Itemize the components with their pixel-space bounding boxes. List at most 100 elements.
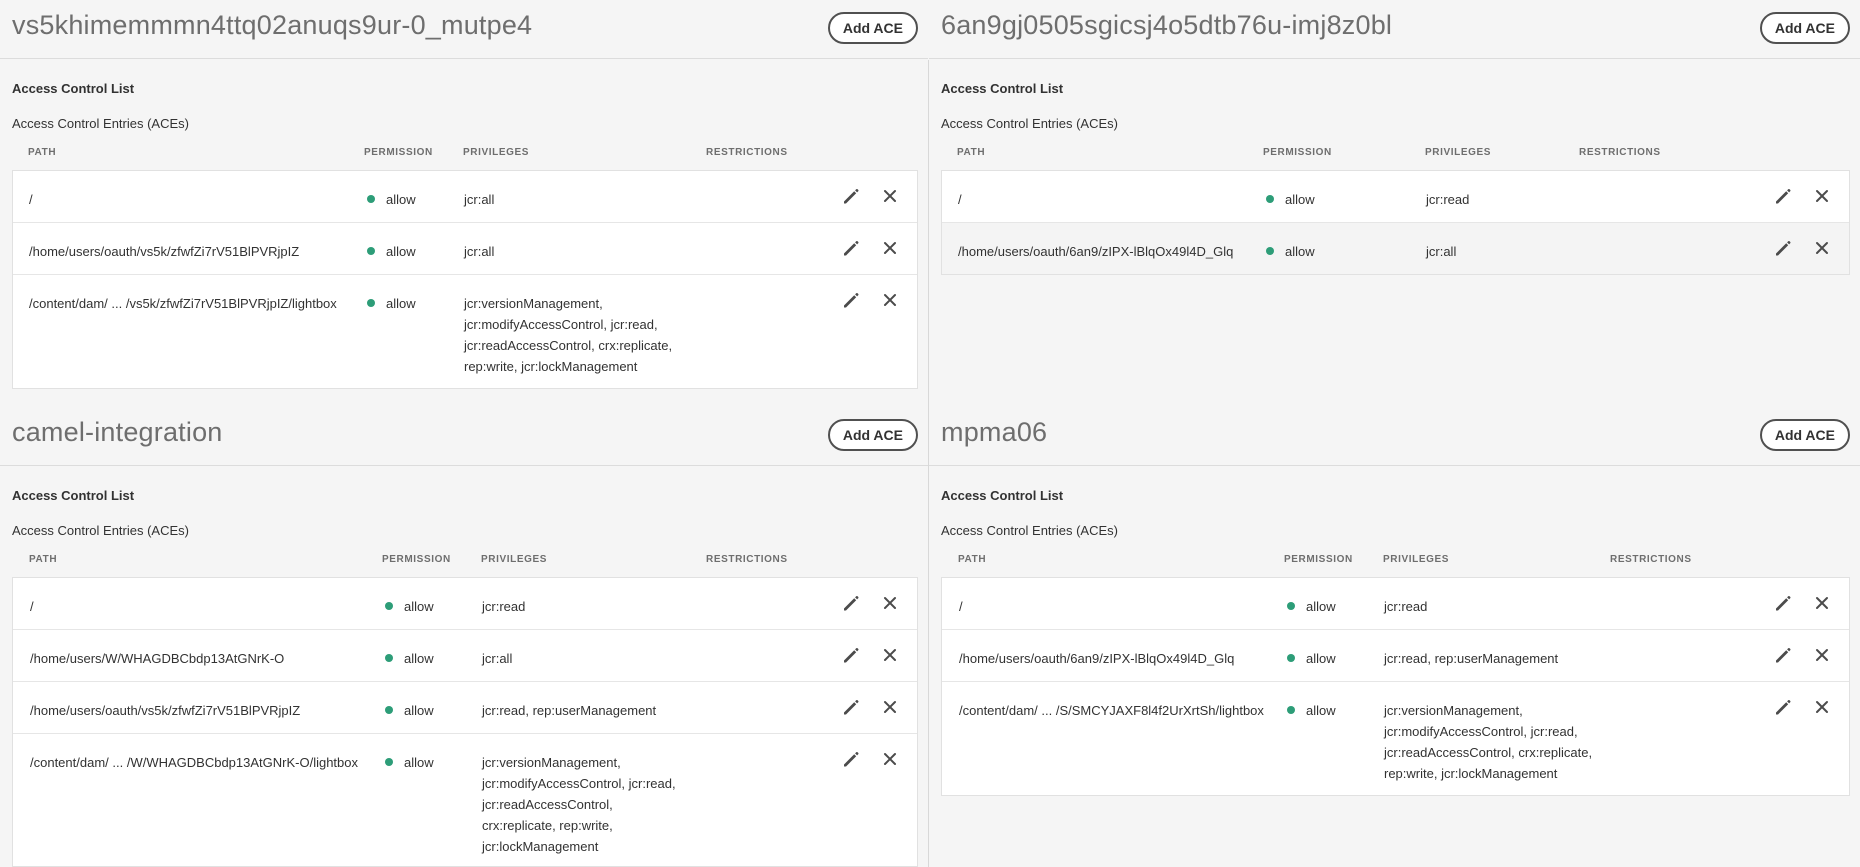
ace-path: / xyxy=(30,599,34,614)
ace-row: /home/users/oauth/vs5k/zfwfZi7rV51BlPVRj… xyxy=(13,222,917,274)
delete-close-icon[interactable] xyxy=(1813,187,1833,207)
ace-row: /home/users/oauth/6an9/zIPX-lBlqOx49l4D_… xyxy=(942,222,1849,274)
column-header-path: PATH xyxy=(957,147,986,158)
permission-label: allow xyxy=(404,703,434,718)
ace-privileges: jcr:read xyxy=(482,596,525,617)
delete-close-icon[interactable] xyxy=(881,750,901,770)
ace-row: /home/users/oauth/6an9/zIPX-lBlqOx49l4D_… xyxy=(942,629,1849,681)
ace-privileges: jcr:read xyxy=(1426,189,1469,210)
edit-pencil-icon[interactable] xyxy=(842,646,862,666)
permission-label: allow xyxy=(1306,703,1336,718)
edit-pencil-icon[interactable] xyxy=(842,239,862,259)
allow-status-dot xyxy=(385,758,393,766)
allow-status-dot xyxy=(1266,247,1274,255)
ace-privileges: jcr:versionManagement, jcr:modifyAccessCo… xyxy=(1384,700,1592,784)
permission-label: allow xyxy=(1285,192,1315,207)
ace-permission: allow xyxy=(1287,648,1336,669)
privilege-line: jcr:readAccessControl, crx:replicate, xyxy=(464,338,673,353)
privilege-line: jcr:read xyxy=(1426,192,1470,207)
column-header-restrictions: RESTRICTIONS xyxy=(706,147,788,158)
edit-pencil-icon[interactable] xyxy=(1774,594,1794,614)
ace-path: /home/users/oauth/6an9/zIPX-lBlqOx49l4D_… xyxy=(959,651,1235,666)
acl-heading: Access Control List xyxy=(941,81,1064,96)
permission-label: allow xyxy=(386,296,416,311)
edit-pencil-icon[interactable] xyxy=(1774,646,1794,666)
ace-privileges: jcr:read xyxy=(1384,596,1427,617)
group-panel: camel-integration Add ACE Access Control L… xyxy=(0,407,928,867)
add-ace-button[interactable]: Add ACE xyxy=(827,419,918,451)
group-title: vs5khimemmmn4ttq02anuqs9ur-0_mutpe4 xyxy=(12,10,533,40)
privilege-line: jcr:read xyxy=(1384,599,1428,614)
ace-row: /home/users/oauth/vs5k/zfwfZi7rV51BlPVRj… xyxy=(13,681,917,733)
aces-heading: Access Control Entries (ACEs) xyxy=(12,116,189,131)
ace-row: /content/dam/ ... /vs5k/zfwfZi7rV51BlPVR… xyxy=(13,274,917,388)
edit-pencil-icon[interactable] xyxy=(1774,187,1794,207)
column-header-restrictions: RESTRICTIONS xyxy=(1579,147,1661,158)
column-header-permission: PERMISSION xyxy=(1263,147,1332,158)
ace-row: /home/users/W/WHAGDBCbdp13AtGNrK-O allow j… xyxy=(13,629,917,681)
edit-pencil-icon[interactable] xyxy=(842,187,862,207)
ace-permission: allow xyxy=(1287,596,1336,617)
delete-close-icon[interactable] xyxy=(1813,239,1833,259)
delete-close-icon[interactable] xyxy=(881,594,901,614)
edit-pencil-icon[interactable] xyxy=(842,291,862,311)
add-ace-button[interactable]: Add ACE xyxy=(827,12,918,44)
ace-permission: allow xyxy=(367,293,416,314)
column-header-privileges: PRIVILEGES xyxy=(463,147,530,158)
allow-status-dot xyxy=(1287,706,1295,714)
ace-privileges: jcr:all xyxy=(464,241,494,262)
add-ace-button[interactable]: Add ACE xyxy=(1759,419,1850,451)
permission-label: allow xyxy=(404,651,434,666)
ace-table: / allow jcr:read/home/users/W/WHAGDBCbdp13… xyxy=(12,577,918,867)
ace-row: / allow jcr:read xyxy=(13,578,917,629)
delete-close-icon[interactable] xyxy=(881,291,901,311)
ace-table: / allow jcr:read/home/users/oauth/6an9/zIP… xyxy=(941,577,1850,796)
ace-permission: allow xyxy=(367,189,416,210)
privilege-line: jcr:versionManagement, xyxy=(1384,703,1523,718)
ace-privileges: jcr:versionManagement, jcr:modifyAccessCo… xyxy=(464,293,672,377)
column-header-privileges: PRIVILEGES xyxy=(1425,147,1492,158)
add-ace-button[interactable]: Add ACE xyxy=(1759,12,1850,44)
ace-path: /content/dam/ ... /S/SMCYJAXF8l4f2UrXrtS… xyxy=(959,703,1264,718)
ace-path: /home/users/oauth/vs5k/zfwfZi7rV51BlPVRj… xyxy=(29,244,300,259)
delete-close-icon[interactable] xyxy=(881,187,901,207)
delete-close-icon[interactable] xyxy=(881,239,901,259)
permission-label: allow xyxy=(386,192,416,207)
column-header-privileges: PRIVILEGES xyxy=(481,554,548,565)
panel-header: vs5khimemmmn4ttq02anuqs9ur-0_mutpe4 Add A… xyxy=(0,0,928,59)
edit-pencil-icon[interactable] xyxy=(842,594,862,614)
privilege-line: jcr:all xyxy=(464,192,495,207)
column-header-path: PATH xyxy=(29,554,58,565)
group-title: mpma06 xyxy=(941,417,1048,447)
ace-privileges: jcr:all xyxy=(1426,241,1456,262)
delete-close-icon[interactable] xyxy=(1813,646,1833,666)
column-header-permission: PERMISSION xyxy=(382,554,451,565)
ace-permission: allow xyxy=(1287,700,1336,721)
group-title: 6an9gj0505sgicsj4o5dtb76u-imj8z0bl xyxy=(941,10,1393,40)
edit-pencil-icon[interactable] xyxy=(842,750,862,770)
delete-close-icon[interactable] xyxy=(881,646,901,666)
edit-pencil-icon[interactable] xyxy=(1774,698,1794,718)
edit-pencil-icon[interactable] xyxy=(1774,239,1794,259)
permission-label: allow xyxy=(1306,599,1336,614)
privilege-line: jcr:modifyAccessControl, jcr:read, xyxy=(482,776,676,791)
privilege-line: jcr:read, rep:userManagement xyxy=(1384,651,1559,666)
ace-table: / allow jcr:all/home/users/oauth/vs5k/zfwf… xyxy=(12,170,918,389)
column-header-permission: PERMISSION xyxy=(1284,554,1353,565)
permission-label: allow xyxy=(404,755,434,770)
allow-status-dot xyxy=(385,654,393,662)
delete-close-icon[interactable] xyxy=(1813,698,1833,718)
delete-close-icon[interactable] xyxy=(881,698,901,718)
ace-privileges: jcr:read, rep:userManagement xyxy=(482,700,656,721)
panel-divider xyxy=(928,60,929,867)
edit-pencil-icon[interactable] xyxy=(842,698,862,718)
aces-heading: Access Control Entries (ACEs) xyxy=(12,523,189,538)
privilege-line: jcr:versionManagement, xyxy=(482,755,621,770)
ace-permission: allow xyxy=(1266,189,1315,210)
privilege-line: jcr:all xyxy=(464,244,495,259)
ace-row: / allow jcr:all xyxy=(13,171,917,222)
ace-path: / xyxy=(959,599,963,614)
ace-privileges: jcr:versionManagement, jcr:modifyAccessCo… xyxy=(482,752,676,857)
delete-close-icon[interactable] xyxy=(1813,594,1833,614)
group-panel: 6an9gj0505sgicsj4o5dtb76u-imj8z0bl Add AC… xyxy=(929,0,1860,403)
